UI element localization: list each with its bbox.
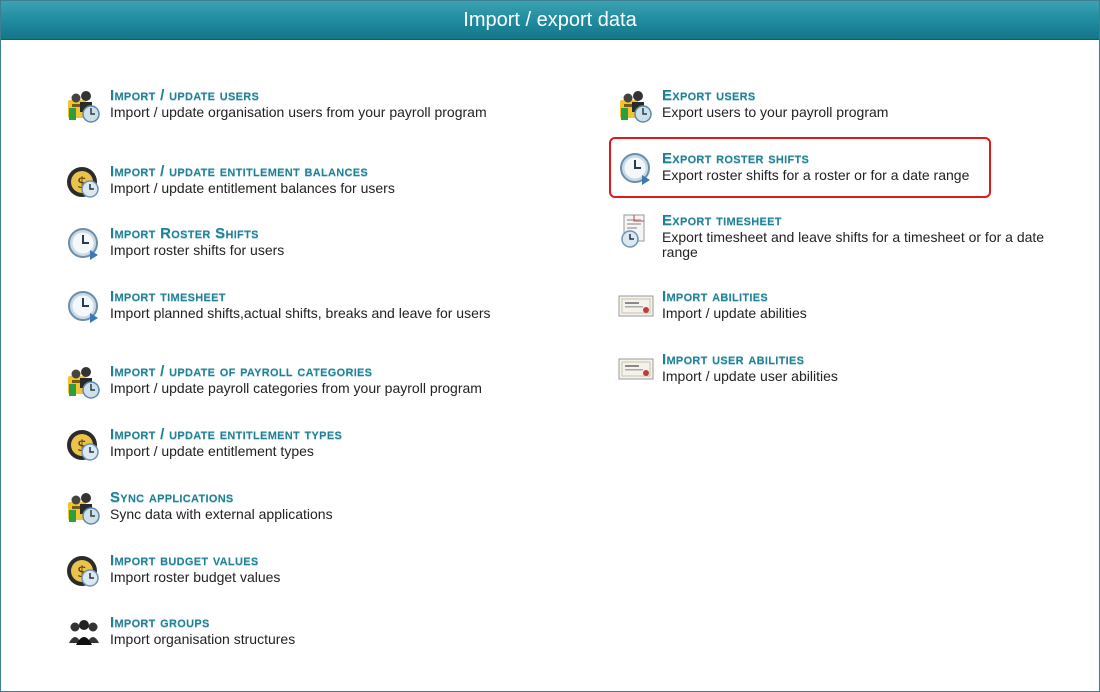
roster-clock-icon bbox=[618, 151, 654, 187]
import-timesheet-item[interactable]: Import timesheet Import planned shifts,a… bbox=[66, 289, 506, 337]
timesheet-document-icon bbox=[618, 213, 654, 249]
item-title[interactable]: Export roster shifts bbox=[662, 151, 809, 167]
groups-icon bbox=[66, 615, 102, 651]
sync-applications-item[interactable]: Sync applications Sync data with externa… bbox=[66, 490, 506, 530]
users-payroll-icon bbox=[618, 88, 654, 124]
item-description: Import / update entitlement balances for… bbox=[110, 180, 395, 196]
import-abilities-item[interactable]: Import abilities Import / update abiliti… bbox=[618, 289, 1058, 329]
export-roster-shifts-item[interactable]: Export roster shifts Export roster shift… bbox=[618, 151, 988, 191]
entitlement-clock-icon: $ bbox=[66, 427, 102, 463]
page-title: Import / export data bbox=[1, 1, 1099, 40]
item-title[interactable]: Import abilities bbox=[662, 289, 768, 305]
item-description: Export roster shifts for a roster or for… bbox=[662, 167, 970, 183]
item-title[interactable]: Import / update users bbox=[110, 88, 259, 104]
timesheet-clock-icon bbox=[66, 289, 102, 325]
item-description: Import roster shifts for users bbox=[110, 242, 285, 258]
item-title[interactable]: Import / update entitlement balances bbox=[110, 164, 368, 180]
import-groups-item[interactable]: Import groups Import organisation struct… bbox=[66, 615, 506, 655]
item-title[interactable]: Import budget values bbox=[110, 553, 258, 569]
item-title[interactable]: Import / update of payroll categories bbox=[110, 364, 372, 380]
import-update-entitlement-types-item[interactable]: $ Import / update entitlement types Impo… bbox=[66, 427, 506, 467]
item-description: Import / update organisation users from … bbox=[110, 104, 487, 120]
item-description: Import / update abilities bbox=[662, 305, 807, 321]
export-timesheet-item[interactable]: Export timesheet Export timesheet and le… bbox=[618, 213, 1068, 261]
item-description: Import roster budget values bbox=[110, 569, 281, 585]
certificate-icon bbox=[618, 352, 654, 388]
item-title[interactable]: Import Roster Shifts bbox=[110, 226, 259, 242]
import-user-abilities-item[interactable]: Import user abilities Import / update us… bbox=[618, 352, 1058, 392]
item-description: Import organisation structures bbox=[110, 631, 296, 647]
item-title[interactable]: Export users bbox=[662, 88, 756, 104]
item-title[interactable]: Import timesheet bbox=[110, 289, 226, 305]
users-payroll-icon bbox=[66, 364, 102, 400]
users-payroll-icon bbox=[66, 88, 102, 124]
export-users-item[interactable]: Export users Export users to your payrol… bbox=[618, 88, 1058, 128]
import-update-payroll-categories-item[interactable]: Import / update of payroll categories Im… bbox=[66, 364, 506, 404]
entitlement-clock-icon: $ bbox=[66, 553, 102, 589]
item-title[interactable]: Sync applications bbox=[110, 490, 234, 506]
roster-clock-icon bbox=[66, 226, 102, 262]
item-description: Export users to your payroll program bbox=[662, 104, 889, 120]
item-description: Export timesheet and leave shifts for a … bbox=[662, 229, 1045, 260]
import-roster-shifts-item[interactable]: Import Roster Shifts Import roster shift… bbox=[66, 226, 506, 266]
entitlement-clock-icon: $ bbox=[66, 164, 102, 200]
item-description: Import / update payroll categories from … bbox=[110, 380, 482, 396]
users-payroll-icon bbox=[66, 490, 102, 526]
certificate-icon bbox=[618, 289, 654, 325]
item-title[interactable]: Export timesheet bbox=[662, 213, 782, 229]
import-update-users-item[interactable]: Import / update users Import / update or… bbox=[66, 88, 506, 136]
item-title[interactable]: Import groups bbox=[110, 615, 210, 631]
item-title[interactable]: Import / update entitlement types bbox=[110, 427, 342, 443]
item-title[interactable]: Import user abilities bbox=[662, 352, 804, 368]
item-description: Import planned shifts,actual shifts, bre… bbox=[110, 305, 491, 321]
import-update-entitlement-balances-item[interactable]: $ Import / update entitlement balances I… bbox=[66, 164, 506, 204]
item-description: Import / update user abilities bbox=[662, 368, 838, 384]
item-description: Import / update entitlement types bbox=[110, 443, 314, 459]
import-budget-values-item[interactable]: $ Import budget values Import roster bud… bbox=[66, 553, 506, 593]
item-description: Sync data with external applications bbox=[110, 506, 333, 522]
